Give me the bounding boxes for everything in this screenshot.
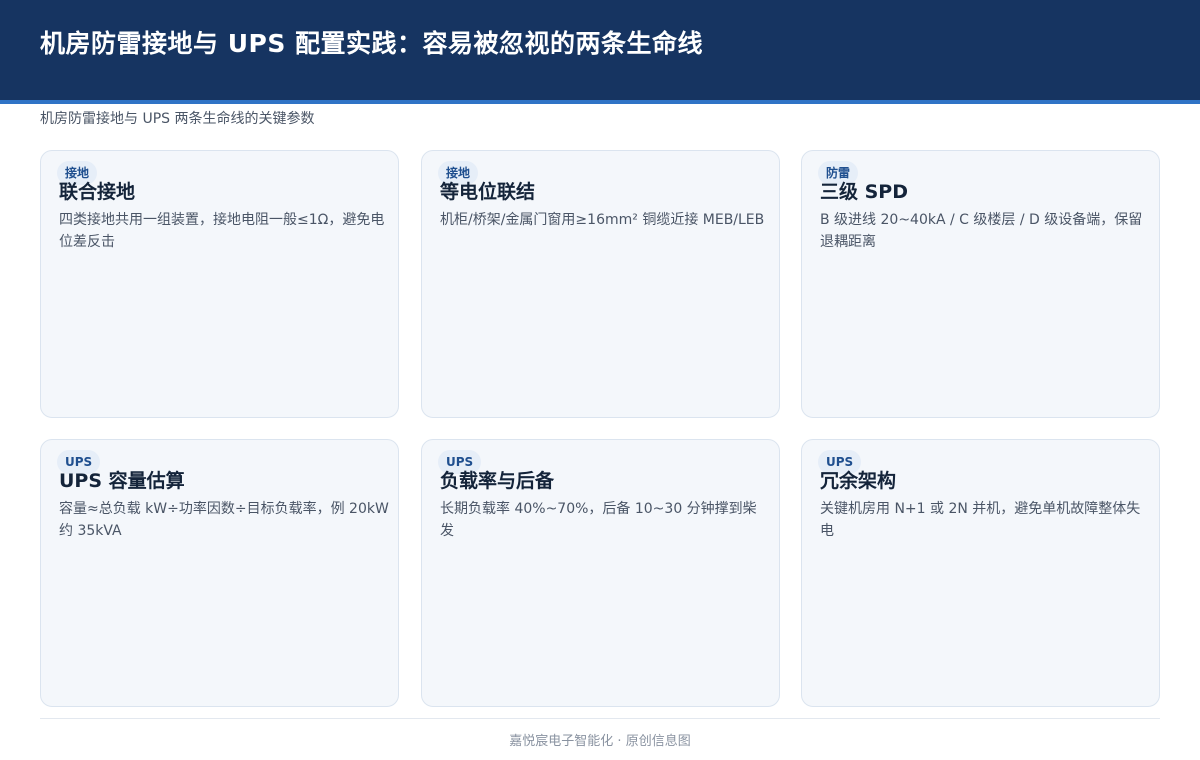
card-description: 容量≈总负载 kW÷功率因数÷目标负载率，例 20kW 约 35kVA: [59, 501, 389, 539]
footer-credit: 嘉悦宸电子智能化 · 原创信息图: [509, 734, 691, 749]
header-accent-bar: [0, 100, 1200, 104]
card-description: 四类接地共用一组装置，接地电阻一般≤1Ω，避免电位差反击: [59, 212, 385, 250]
card-title: 联合接地: [59, 181, 136, 203]
card-description: 长期负载率 40%~70%，后备 10~30 分钟撑到柴发: [440, 501, 757, 539]
footer-divider: [40, 718, 1160, 719]
card-joint-grounding: 接地 联合接地 四类接地共用一组装置，接地电阻一般≤1Ω，避免电位差反击: [40, 150, 399, 418]
card-redundancy: UPS 冗余架构 关键机房用 N+1 或 2N 并机，避免单机故障整体失电: [801, 439, 1160, 707]
card-three-level-spd: 防雷 三级 SPD B 级进线 20~40kA / C 级楼层 / D 级设备端…: [801, 150, 1160, 418]
card-description: 关键机房用 N+1 或 2N 并机，避免单机故障整体失电: [820, 501, 1141, 539]
card-ups-capacity: UPS UPS 容量估算 容量≈总负载 kW÷功率因数÷目标负载率，例 20kW…: [40, 439, 399, 707]
card-title: UPS 容量估算: [59, 470, 185, 492]
card-title: 三级 SPD: [820, 181, 908, 203]
card-load-rate-backup: UPS 负载率与后备 长期负载率 40%~70%，后备 10~30 分钟撑到柴发: [421, 439, 780, 707]
card-title: 冗余架构: [820, 470, 897, 492]
card-description: B 级进线 20~40kA / C 级楼层 / D 级设备端，保留退耦距离: [820, 212, 1143, 250]
card-title: 等电位联结: [440, 181, 536, 203]
card-equipotential-bonding: 接地 等电位联结 机柜/桥架/金属门窗用≥16mm² 铜缆近接 MEB/LEB: [421, 150, 780, 418]
card-description: 机柜/桥架/金属门窗用≥16mm² 铜缆近接 MEB/LEB: [440, 212, 765, 228]
card-title: 负载率与后备: [440, 470, 555, 492]
page-subtitle: 机房防雷接地与 UPS 两条生命线的关键参数: [40, 111, 315, 127]
page-title: 机房防雷接地与 UPS 配置实践：容易被忽视的两条生命线: [40, 29, 704, 58]
